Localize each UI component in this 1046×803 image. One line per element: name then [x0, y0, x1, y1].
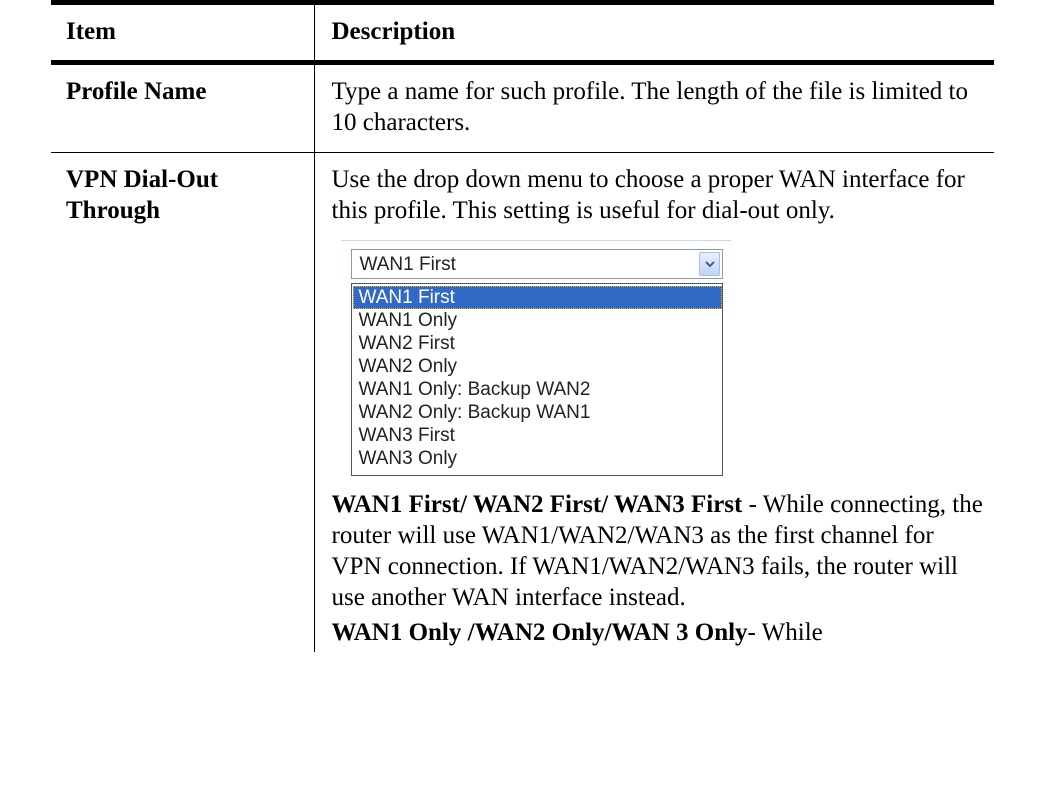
- table-row: Profile Name Type a name for such profil…: [51, 62, 994, 153]
- description-vpn-dial-out: Use the drop down menu to choose a prope…: [314, 153, 994, 653]
- wan-select-value: WAN1 First: [359, 254, 456, 275]
- description-profile-name: Type a name for such profile. The length…: [314, 62, 994, 153]
- wan-option[interactable]: WAN3 Only: [353, 447, 722, 470]
- wan-option[interactable]: WAN2 Only: Backup WAN1: [353, 401, 722, 424]
- wan-option[interactable]: WAN2 Only: [353, 355, 722, 378]
- description-table: Item Description Profile Name Type a nam…: [51, 0, 994, 652]
- item-vpn-dial-out: VPN Dial-Out Through: [51, 152, 315, 652]
- item-profile-name: Profile Name: [51, 62, 315, 153]
- chevron-down-icon[interactable]: [698, 252, 720, 276]
- note-wan-only: WAN1 Only /WAN2 Only/WAN 3 Only- While: [332, 617, 987, 648]
- wan-option[interactable]: WAN1 Only: [353, 309, 722, 332]
- table-row: VPN Dial-Out Through Use the drop down m…: [51, 152, 994, 653]
- note-text: - While: [747, 619, 823, 646]
- wan-option[interactable]: WAN1 Only: Backup WAN2: [353, 378, 722, 401]
- wan-option[interactable]: WAN3 First: [353, 424, 722, 447]
- note-term: WAN1 First/ WAN2 First/ WAN3 First: [331, 491, 743, 518]
- dropdown-crop-edge: [340, 232, 731, 241]
- header-description: Description: [314, 0, 994, 65]
- wan-options-list: WAN1 First WAN1 Only WAN2 First WAN2 Onl…: [350, 283, 723, 476]
- wan-select[interactable]: WAN1 First: [350, 249, 723, 279]
- note-wan-first: WAN1 First/ WAN2 First/ WAN3 First - Whi…: [332, 489, 987, 613]
- description-intro: Use the drop down menu to choose a prope…: [331, 166, 965, 224]
- dropdown-screenshot: WAN1 First WAN1 First WAN1 Only WAN2 Fir…: [340, 232, 733, 476]
- header-item: Item: [51, 0, 315, 65]
- wan-option[interactable]: WAN1 First: [352, 286, 722, 309]
- wan-option[interactable]: WAN2 First: [353, 332, 722, 355]
- table-header-row: Item Description: [51, 0, 994, 65]
- note-term: WAN1 Only /WAN2 Only/WAN 3 Only: [331, 619, 748, 646]
